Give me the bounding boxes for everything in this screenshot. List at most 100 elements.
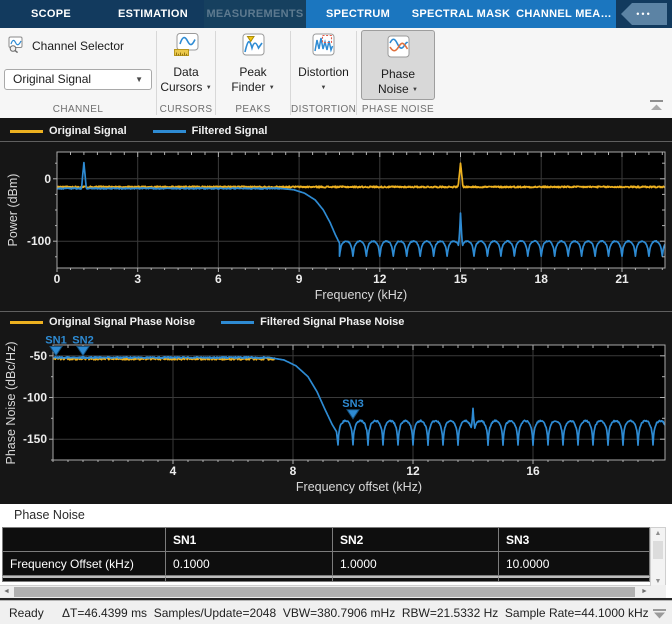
svg-text:-100: -100	[27, 234, 51, 248]
phase-noise-label-line2: Noise	[378, 82, 409, 96]
tab-spectral-mask[interactable]: SPECTRAL MASK	[410, 0, 512, 28]
tab-scope[interactable]: SCOPE	[0, 0, 102, 28]
scrollbar-corner	[651, 585, 666, 598]
svg-text:15: 15	[454, 272, 468, 286]
data-cursors-icon	[173, 32, 200, 62]
chevron-down-icon: ▼	[321, 85, 327, 91]
group-label-channel: CHANNEL	[0, 104, 156, 115]
legend-item-filtered-signal[interactable]: Filtered Signal	[153, 125, 268, 137]
group-label-distortion: DISTORTION	[291, 104, 356, 115]
data-cursors-label-line2: Cursors	[160, 80, 202, 94]
tab-spectrum[interactable]: SPECTRUM	[306, 0, 410, 28]
table-header-cell-sn2: SN2	[332, 527, 498, 551]
tab-strip-filler: •••	[616, 0, 672, 28]
status-bar: Ready ΔT=46.4399 ms Samples/Update=2048 …	[0, 600, 672, 624]
data-cursors-button[interactable]: Data Cursors ▼	[157, 28, 215, 96]
group-channel: Channel Selector Original Signal ▼ CHANN…	[0, 28, 156, 118]
svg-text:Frequency (kHz): Frequency (kHz)	[315, 288, 407, 302]
group-label-peaks: PEAKS	[216, 104, 290, 115]
tab-measurements[interactable]: MEASUREMENTS	[204, 0, 306, 28]
data-cursors-label-line1: Data	[173, 65, 198, 80]
tab-strip: SCOPE ESTIMATION MEASUREMENTS SPECTRUM S…	[0, 0, 672, 28]
value-cell-sn2[interactable]: 1.0000	[332, 551, 498, 576]
svg-text:9: 9	[296, 272, 303, 286]
channel-selector-icon	[8, 36, 25, 56]
legend-item-original-signal-phase-noise[interactable]: Original Signal Phase Noise	[10, 316, 195, 328]
tab-channel-measurements[interactable]: CHANNEL MEA…	[512, 0, 616, 28]
svg-text:12: 12	[406, 464, 420, 478]
channel-selector-label: Channel Selector	[32, 39, 124, 53]
phase-noise-measurements-panel: Phase Noise SN1 SN2 SN3 Frequency Offset…	[0, 504, 672, 600]
value-cell-sn3[interactable]: 10.0000	[498, 551, 650, 576]
scroll-left-icon[interactable]: ◄	[0, 586, 13, 598]
group-distortion: Distortion ▼ DISTORTION	[291, 28, 356, 118]
marker-label-SN1: SN1	[45, 335, 66, 347]
phase-noise-button[interactable]: Phase Noise ▼	[361, 30, 435, 100]
svg-text:-50: -50	[30, 349, 48, 363]
table-partial-row	[2, 576, 650, 582]
table-horizontal-scrollbar[interactable]: ◄ ►	[0, 585, 651, 598]
svg-text:6: 6	[215, 272, 222, 286]
svg-text:-150: -150	[23, 432, 47, 446]
phase-noise-label-line1: Phase	[381, 67, 415, 82]
legend-line-swatch	[10, 130, 43, 133]
table-vertical-scrollbar[interactable]: ▲ ▼	[650, 527, 666, 589]
phase-noise-plot-canvas[interactable]: 481216-50-100-150Frequency offset (kHz)P…	[0, 333, 672, 504]
svg-text:8: 8	[290, 464, 297, 478]
scroll-up-icon[interactable]: ▲	[651, 528, 665, 540]
legend-item-original-signal[interactable]: Original Signal	[10, 125, 127, 137]
row-label-cell: Frequency Offset (kHz)	[2, 551, 165, 576]
channel-dropdown[interactable]: Original Signal ▼	[4, 69, 152, 90]
legend-label: Filtered Signal Phase Noise	[260, 316, 404, 328]
phase-noise-panel-title: Phase Noise	[14, 508, 85, 522]
vertical-scroll-thumb[interactable]	[653, 541, 663, 559]
scroll-right-icon[interactable]: ►	[638, 586, 651, 598]
collapse-ribbon-button[interactable]	[649, 100, 665, 111]
scope-display-panel: Original Signal Filtered Signal 03691215…	[0, 120, 672, 504]
svg-text:Power (dBm): Power (dBm)	[6, 174, 20, 247]
distortion-icon	[310, 32, 337, 62]
channel-selector-button[interactable]: Channel Selector	[8, 36, 156, 56]
phase-noise-plot-legend: Original Signal Phase Noise Filtered Sig…	[0, 313, 672, 331]
svg-text:18: 18	[535, 272, 549, 286]
svg-text:21: 21	[615, 272, 629, 286]
collapse-statusbar-icon[interactable]	[652, 608, 667, 618]
status-text: Ready	[9, 606, 62, 620]
chevron-down-icon: ▼	[135, 70, 143, 89]
chevron-down-icon: ▼	[206, 85, 212, 91]
table-header-row: SN1 SN2 SN3	[2, 527, 650, 551]
toolstrip-ribbon: Channel Selector Original Signal ▼ CHANN…	[0, 28, 672, 120]
status-metrics: ΔT=46.4399 ms Samples/Update=2048 VBW=38…	[62, 606, 672, 620]
table-header-cell	[2, 527, 165, 551]
svg-text:0: 0	[54, 272, 61, 286]
horizontal-scroll-thumb[interactable]	[14, 587, 635, 597]
legend-label: Original Signal Phase Noise	[49, 316, 195, 328]
distortion-button[interactable]: Distortion ▼	[291, 28, 356, 96]
phase-noise-icon	[385, 34, 412, 64]
marker-label-SN3: SN3	[342, 398, 363, 410]
toolstrip-overflow-button[interactable]: •••	[621, 3, 667, 25]
legend-label: Original Signal	[49, 125, 127, 137]
phase-noise-table: SN1 SN2 SN3 Frequency Offset (kHz) 0.100…	[2, 527, 650, 582]
group-peaks: Peak Finder ▼ PEAKS	[216, 28, 290, 118]
power-plot-legend: Original Signal Filtered Signal	[0, 122, 672, 140]
svg-text:12: 12	[373, 272, 387, 286]
tab-estimation[interactable]: ESTIMATION	[102, 0, 204, 28]
table-header-cell-sn3: SN3	[498, 527, 650, 551]
chevron-down-icon: ▼	[269, 85, 275, 91]
power-plot-canvas[interactable]: 0369121518210-100Frequency (kHz)Power (d…	[0, 142, 672, 311]
group-label-cursors: CURSORS	[157, 104, 215, 115]
marker-label-SN2: SN2	[72, 335, 93, 347]
peak-finder-button[interactable]: Peak Finder ▼	[216, 28, 290, 96]
legend-item-filtered-signal-phase-noise[interactable]: Filtered Signal Phase Noise	[221, 316, 404, 328]
peak-finder-label-line2: Finder	[231, 80, 265, 94]
table-header-cell-sn1: SN1	[165, 527, 332, 551]
value-cell-sn1[interactable]: 0.1000	[165, 551, 332, 576]
channel-dropdown-value: Original Signal	[13, 72, 91, 86]
peak-finder-icon	[240, 32, 267, 62]
group-label-phase-noise: PHASE NOISE	[357, 104, 439, 115]
table-row-frequency-offset: Frequency Offset (kHz) 0.1000 1.0000 10.…	[2, 551, 650, 576]
legend-line-swatch	[10, 321, 43, 324]
legend-line-swatch	[221, 321, 254, 324]
svg-text:Frequency offset (kHz): Frequency offset (kHz)	[296, 480, 422, 494]
